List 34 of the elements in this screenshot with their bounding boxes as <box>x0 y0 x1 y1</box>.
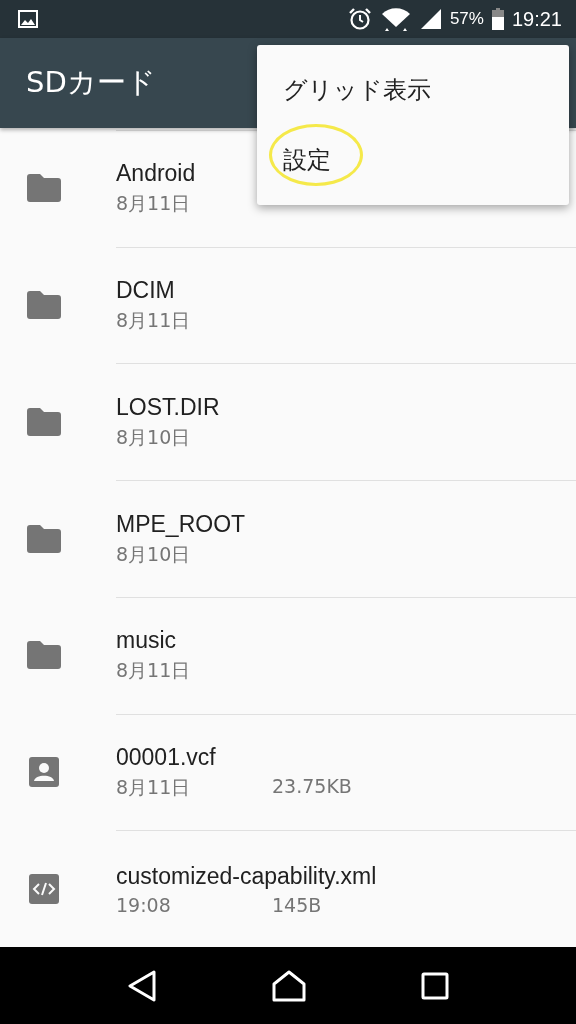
folder-icon <box>27 174 61 203</box>
file-name: music <box>116 627 178 655</box>
file-date: 8月10日 <box>116 541 192 567</box>
code-file-icon <box>29 873 59 904</box>
file-name: MPE_ROOT <box>116 510 247 538</box>
file-date: 8月11日 <box>116 658 192 684</box>
back-icon[interactable] <box>127 969 158 1002</box>
menu-item[interactable]: グリッド表示 <box>257 55 569 125</box>
contact-icon <box>29 756 59 787</box>
signal-icon <box>419 8 442 30</box>
file-date: 8月11日 <box>116 308 192 334</box>
app-title: SDカード <box>26 64 156 101</box>
folder-icon <box>27 524 61 553</box>
file-name: 00001.vcf <box>116 743 217 771</box>
recents-icon[interactable] <box>420 971 449 1000</box>
clock-time: 19:21 <box>511 7 562 31</box>
file-date: 8月10日 <box>116 424 192 450</box>
alarm-icon <box>347 7 372 31</box>
folder-icon <box>27 641 61 670</box>
home-icon[interactable] <box>272 969 306 1002</box>
file-name: customized-capability.xml <box>116 862 378 890</box>
file-date: 19:08 <box>116 893 172 916</box>
file-date: 8月11日 <box>116 191 192 217</box>
folder-icon <box>27 291 61 320</box>
file-size: 145B <box>272 893 322 916</box>
folder-icon <box>27 407 61 436</box>
file-size: 23.75KB <box>272 774 352 799</box>
battery-percent: 57% <box>449 9 484 29</box>
file-date: 8月11日 <box>116 774 192 800</box>
image-icon <box>18 10 38 28</box>
menu-item[interactable]: 設定 <box>257 125 569 195</box>
file-name: LOST.DIR <box>116 393 221 421</box>
file-name: DCIM <box>116 277 176 305</box>
battery-icon <box>491 8 504 30</box>
